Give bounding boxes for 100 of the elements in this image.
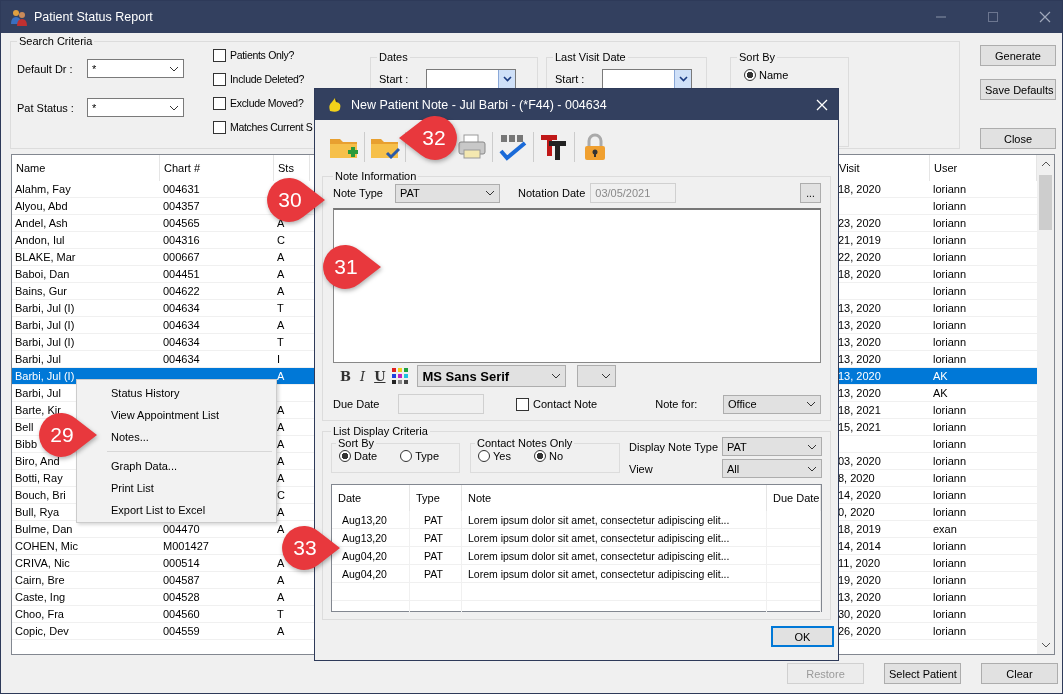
column-header[interactable]: Chart # <box>160 155 274 181</box>
action-button[interactable]: Clear <box>981 663 1058 684</box>
table-cell-text: 004565 <box>162 217 200 229</box>
table-cell-text: Bibb <box>14 438 38 450</box>
column-header[interactable]: Due Date <box>767 485 821 511</box>
table-cell-text: C <box>276 234 285 246</box>
radio-button[interactable] <box>400 450 413 462</box>
spellcheck-icon[interactable] <box>498 132 528 162</box>
scrollbar[interactable] <box>1037 155 1054 654</box>
radio-button[interactable] <box>339 450 351 462</box>
checkbox-label[interactable]: Patients Only? <box>230 49 295 61</box>
action-button[interactable]: Select Patient <box>884 663 961 684</box>
close-icon[interactable] <box>1039 11 1051 23</box>
checkbox[interactable] <box>213 72 226 86</box>
group-label: List Display Criteria <box>332 425 429 437</box>
menu-item[interactable]: Print List <box>111 477 154 499</box>
status-dropdown[interactable]: * <box>87 98 184 117</box>
column-header[interactable]: Type <box>410 485 462 511</box>
scroll-thumb[interactable] <box>1039 175 1052 230</box>
format-button[interactable]: B <box>338 368 353 384</box>
table-cell-text: 004634 <box>162 319 200 331</box>
ok-button[interactable]: OK <box>771 626 834 647</box>
date-field[interactable] <box>426 69 516 89</box>
checkbox[interactable] <box>516 397 529 411</box>
table-cell-text: loriann <box>932 421 967 433</box>
checkbox[interactable] <box>213 48 226 62</box>
checkbox[interactable] <box>213 96 226 110</box>
color-grid-icon[interactable] <box>392 368 409 384</box>
checkbox-label[interactable]: Exclude Moved? <box>230 97 304 109</box>
table-cell-text: 30, 2020 <box>837 608 881 620</box>
radio-label[interactable]: Date <box>354 450 378 462</box>
table-cell-text: Biro, And <box>14 455 60 467</box>
table-cell-text: 13, 2020 <box>837 302 881 314</box>
dropdown-button[interactable] <box>498 70 515 88</box>
radio-label[interactable]: Type <box>415 450 440 462</box>
format-button[interactable]: U <box>372 368 388 384</box>
menu-item[interactable]: Status History <box>111 382 180 404</box>
format-button[interactable]: I <box>358 368 368 384</box>
table-cell-text: 000514 <box>162 557 200 569</box>
column-header[interactable]: Name <box>12 155 160 181</box>
table-cell-text: CRIVA, Nic <box>14 557 70 569</box>
table-cell-text: loriann <box>932 268 967 280</box>
view-dropdown[interactable]: All <box>722 459 822 478</box>
table-cell-text: loriann <box>932 540 967 552</box>
font-dropdown[interactable]: MS Sans Serif <box>417 365 567 387</box>
table-cell-text: 18, 2019 <box>837 523 881 535</box>
table-cell-text: Barbi, Jul (I) <box>14 302 75 314</box>
table-cell-text: loriann <box>932 489 967 501</box>
note-for-dropdown[interactable]: Office <box>723 394 821 414</box>
action-button[interactable]: Generate <box>980 45 1056 66</box>
action-button[interactable]: Close <box>980 128 1056 149</box>
radio-button[interactable] <box>744 69 756 81</box>
table-cell-text: 004587 <box>162 574 200 586</box>
scroll-down-icon[interactable] <box>1040 642 1051 648</box>
checkbox-label[interactable]: Contact Note <box>533 398 598 410</box>
scroll-up-icon[interactable] <box>1040 161 1051 167</box>
browse-button[interactable]: ... <box>800 183 821 203</box>
chevron-icon <box>169 104 179 111</box>
radio-label[interactable]: Name <box>759 69 789 81</box>
note-type-dropdown[interactable]: PAT <box>722 437 822 456</box>
table-cell-text: Caste, Ing <box>14 591 66 603</box>
table-cell-text: Barbi, Jul (I) <box>14 370 75 382</box>
table-cell-text: 19, 2020 <box>837 574 881 586</box>
field-label: Default Dr : <box>17 62 74 75</box>
radio-label[interactable]: No <box>548 450 563 462</box>
date-field[interactable] <box>602 69 692 89</box>
table-cell-text: loriann <box>932 625 967 637</box>
note-type-dropdown[interactable]: PAT <box>395 183 500 203</box>
doctor-dropdown[interactable]: * <box>87 59 184 78</box>
dialog-title: New Patient Note - Jul Barbi - (*F44) - 004634 <box>351 97 607 112</box>
radio-label[interactable]: Yes <box>493 450 511 462</box>
radio-button[interactable] <box>533 450 546 462</box>
table-cell-text: A <box>276 438 285 450</box>
column-header[interactable]: Note <box>462 485 767 511</box>
table-cell: Lorem ipsum dolor sit amet, consectetur adipiscing elit... <box>462 547 767 564</box>
table-cell-text: A <box>276 251 285 263</box>
font-icon[interactable] <box>539 132 569 162</box>
menu-item[interactable]: Notes... <box>111 426 149 448</box>
checkbox[interactable] <box>213 120 226 134</box>
table-cell-text: loriann <box>932 319 967 331</box>
radio-button[interactable] <box>478 450 490 462</box>
checkbox-label[interactable]: Matches Current S <box>230 121 313 133</box>
checkbox-label[interactable]: Include Deleted? <box>230 73 304 85</box>
table-cell-text: Baboi, Dan <box>14 268 70 280</box>
table-cell-text: 004316 <box>162 234 200 246</box>
group-label: Sort By <box>337 437 376 449</box>
field-label: Notation Date <box>518 187 586 199</box>
action-button[interactable]: Save Defaults <box>980 79 1056 100</box>
menu-item[interactable]: Export List to Excel <box>111 499 206 521</box>
table-cell-text: Bains, Gur <box>14 285 67 297</box>
dropdown-button[interactable] <box>674 70 691 88</box>
callout-badge: 31 <box>323 244 381 290</box>
column-header[interactable]: Date <box>332 485 410 511</box>
table-cell-text: A <box>276 370 285 382</box>
menu-item[interactable]: Graph Data... <box>111 455 178 477</box>
note-text-area[interactable] <box>333 208 821 363</box>
table-cell-text: A <box>276 268 285 280</box>
table-cell-text: Bell <box>14 421 34 433</box>
table-cell-text: loriann <box>932 455 967 467</box>
menu-item[interactable]: View Appointment List <box>111 404 220 426</box>
